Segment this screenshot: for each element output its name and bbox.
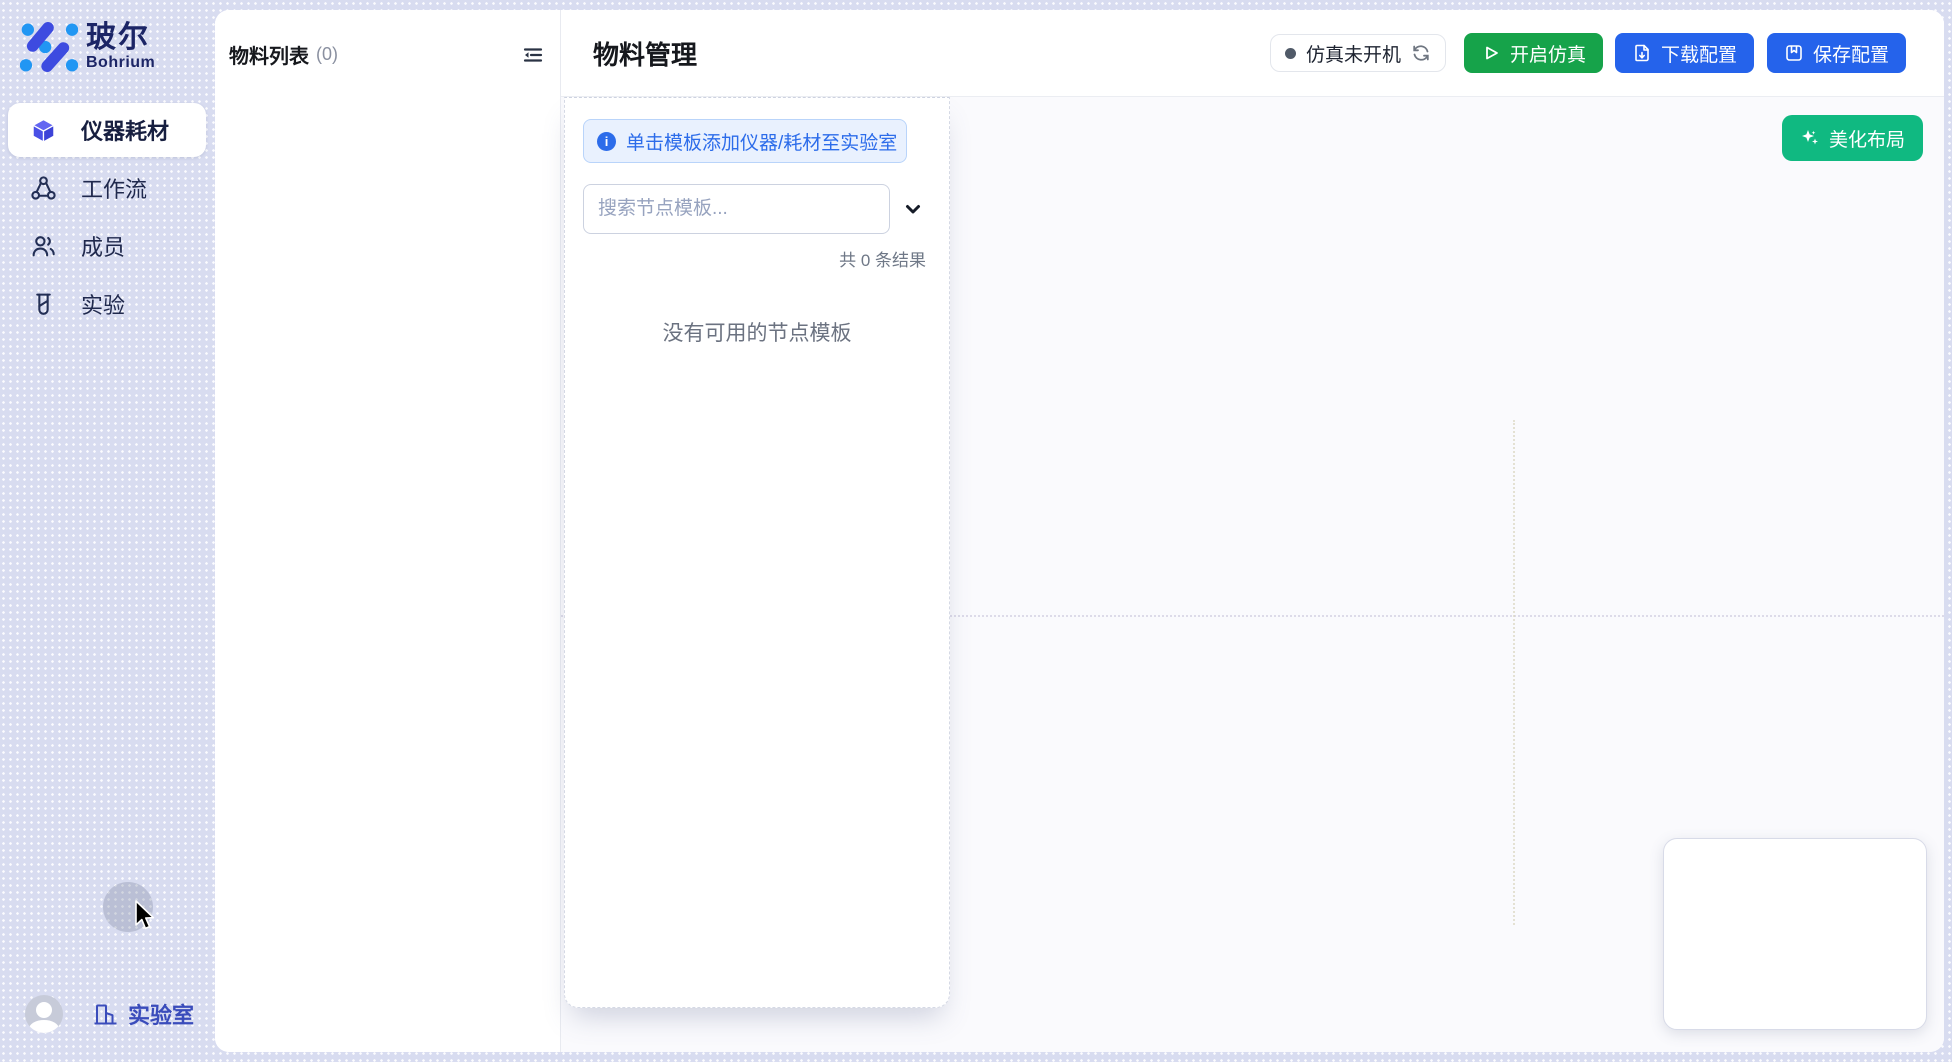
save-config-button[interactable]: 保存配置 — [1767, 33, 1906, 73]
cube-icon — [30, 117, 57, 144]
main-card: 物料列表 (0) 物料管理 仿真未开机 — [215, 10, 1944, 1052]
play-icon — [1481, 43, 1501, 63]
building-icon — [92, 1001, 119, 1028]
brand-logo[interactable]: 玻尔 Bohrium — [20, 22, 155, 72]
chevron-down-icon — [902, 198, 924, 220]
workflow-icon — [30, 175, 57, 202]
sidebar-item-lab[interactable]: 实验室 — [92, 998, 194, 1030]
materials-list-panel: 物料列表 (0) — [215, 10, 561, 1052]
status-dot-icon — [1285, 48, 1296, 59]
start-simulation-button[interactable]: 开启仿真 — [1464, 33, 1603, 73]
avatar[interactable] — [25, 995, 63, 1033]
sidebar: 玻尔 Bohrium 仪器耗材 工作流 — [0, 0, 215, 1062]
workspace-header: 物料管理 仿真未开机 开启仿真 — [561, 10, 1944, 97]
app-root: { "brand": { "name_zh": "玻尔", "name_en":… — [0, 0, 1952, 1062]
brand-name-en: Bohrium — [86, 54, 155, 72]
canvas-guide-line-vertical — [1513, 420, 1515, 925]
materials-list-header: 物料列表 (0) — [215, 10, 560, 69]
members-icon — [30, 233, 57, 260]
node-template-panel: i 单击模板添加仪器/耗材至实验室 共 0 条结果 没有可用的节点模板 — [564, 97, 950, 1008]
sidebar-nav: 仪器耗材 工作流 成员 — [8, 103, 206, 335]
sidebar-item-workflow[interactable]: 工作流 — [8, 161, 206, 215]
beautify-layout-button[interactable]: 美化布局 — [1782, 115, 1923, 161]
brand-name-zh: 玻尔 — [86, 22, 155, 54]
sidebar-item-experiments[interactable]: 实验 — [8, 277, 206, 331]
brand-text: 玻尔 Bohrium — [86, 22, 155, 72]
start-simulation-label: 开启仿真 — [1510, 40, 1586, 67]
refresh-icon[interactable] — [1411, 43, 1431, 63]
sidebar-item-label: 仪器耗材 — [81, 114, 169, 146]
save-config-label: 保存配置 — [1813, 40, 1889, 67]
info-banner-text: 单击模板添加仪器/耗材至实验室 — [626, 128, 897, 155]
info-banner: i 单击模板添加仪器/耗材至实验室 — [583, 119, 907, 163]
expand-templates-button[interactable] — [898, 194, 928, 224]
status-text: 仿真未开机 — [1306, 40, 1401, 67]
download-config-label: 下载配置 — [1661, 40, 1737, 67]
beautify-layout-label: 美化布局 — [1829, 125, 1905, 152]
file-download-icon — [1632, 43, 1652, 63]
sparkles-icon — [1800, 128, 1820, 148]
page-title: 物料管理 — [593, 35, 697, 72]
sidebar-item-instruments[interactable]: 仪器耗材 — [8, 103, 206, 157]
simulation-status-pill[interactable]: 仿真未开机 — [1270, 34, 1446, 72]
test-tube-icon — [30, 291, 57, 318]
result-count: 共 0 条结果 — [583, 246, 931, 271]
materials-list-count: (0) — [316, 44, 338, 65]
sidebar-item-label: 工作流 — [81, 172, 147, 204]
lab-label: 实验室 — [128, 998, 194, 1030]
search-template-input[interactable] — [583, 184, 890, 234]
sidebar-footer: 实验室 — [25, 995, 194, 1033]
info-icon: i — [597, 132, 616, 151]
save-icon — [1784, 43, 1804, 63]
materials-list-title: 物料列表 — [229, 40, 309, 69]
header-controls: 仿真未开机 开启仿真 下 — [1270, 33, 1906, 73]
download-config-button[interactable]: 下载配置 — [1615, 33, 1754, 73]
sidebar-item-members[interactable]: 成员 — [8, 219, 206, 273]
empty-templates-message: 没有可用的节点模板 — [583, 317, 931, 347]
template-search-row — [583, 184, 931, 234]
collapse-panel-button[interactable] — [521, 43, 545, 67]
outdent-icon — [522, 44, 544, 66]
mouse-cursor — [130, 898, 156, 932]
bohrium-logo-icon — [20, 22, 78, 72]
sidebar-item-label: 成员 — [81, 230, 125, 262]
sidebar-item-label: 实验 — [81, 288, 125, 320]
minimap[interactable] — [1663, 838, 1927, 1030]
